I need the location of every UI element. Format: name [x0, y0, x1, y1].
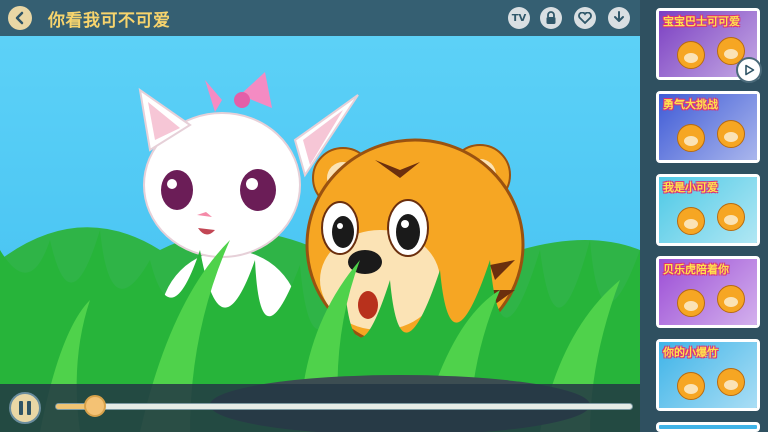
lock-button[interactable]	[540, 7, 562, 29]
tiger-illustration	[677, 372, 705, 400]
playlist-item[interactable]: 你的小爆竹	[656, 339, 760, 411]
playlist-item[interactable]: 贝乐虎陪着你	[656, 256, 760, 328]
tv-cast-button[interactable]: TV	[508, 7, 530, 29]
cartoon-scene	[0, 72, 640, 432]
download-icon	[614, 11, 624, 22]
playlist-item-title: 我是小可爱	[663, 181, 718, 194]
tiger-illustration	[717, 120, 745, 148]
tiger-illustration	[677, 207, 705, 235]
lock-icon	[546, 11, 556, 24]
playlist-item-title: 你的小爆竹	[663, 346, 718, 359]
video-frame[interactable]	[0, 0, 640, 432]
pause-icon	[17, 401, 33, 415]
progress-bar[interactable]	[55, 403, 633, 410]
playlist-item[interactable]: 我是小可爱	[656, 174, 760, 246]
playlist-item-title: 勇气大挑战	[663, 98, 718, 111]
playlist-item-title: 宝宝巴士可可爱	[663, 15, 740, 28]
back-icon	[15, 11, 24, 25]
tiger-illustration	[677, 41, 705, 69]
top-bar: 你看我可不可爱 TV	[0, 0, 640, 36]
tv-icon: TV	[511, 12, 527, 24]
favorite-button[interactable]	[574, 7, 596, 29]
tiger-illustration	[717, 203, 745, 231]
playlist-item-title: 贝乐虎陪着你	[663, 263, 729, 276]
play-now-button[interactable]	[736, 57, 762, 83]
tiger-illustration	[717, 285, 745, 313]
playlist-item[interactable]: 勇气大挑战	[656, 91, 760, 163]
pause-button[interactable]	[9, 392, 41, 424]
download-button[interactable]	[608, 7, 630, 29]
back-button[interactable]	[8, 6, 32, 30]
play-icon	[745, 64, 755, 76]
tiger-illustration	[717, 368, 745, 396]
video-title: 你看我可不可爱	[48, 11, 171, 31]
heart-icon	[578, 12, 592, 24]
tiger-illustration	[677, 124, 705, 152]
tiger-illustration	[677, 289, 705, 317]
playlist-item-partial[interactable]	[656, 422, 760, 432]
